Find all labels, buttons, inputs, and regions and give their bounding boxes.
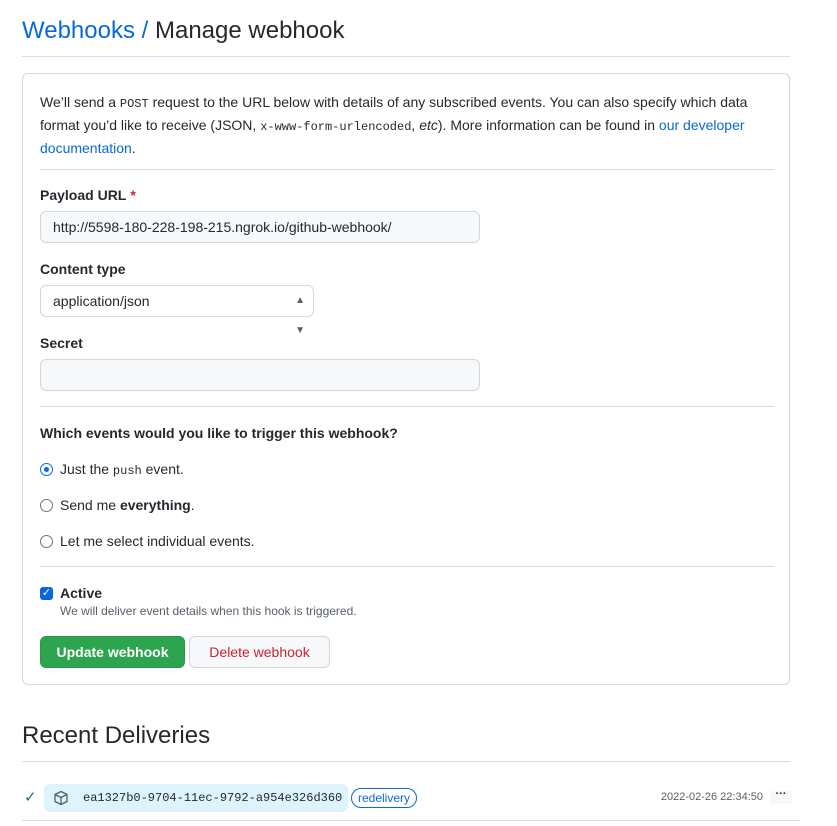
- event-option-text: .: [190, 497, 195, 513]
- redelivery-badge: redelivery: [351, 788, 418, 808]
- intro-text: We’ll send a POST request to the URL bel…: [40, 92, 780, 159]
- everything-bold-text: everything: [119, 497, 191, 513]
- payload-url-label-text: Payload URL: [40, 187, 127, 203]
- divider: [40, 406, 774, 407]
- package-icon: [54, 790, 68, 806]
- event-option-label: Let me select individual events.: [60, 533, 255, 549]
- intro-text-part: .: [131, 140, 136, 156]
- event-option-text: Send me: [60, 497, 120, 513]
- more-options-button[interactable]: ···: [770, 789, 792, 804]
- radio-checked-icon[interactable]: [40, 462, 53, 476]
- delivery-guid[interactable]: ea1327b0-9704-11ec-9792-a954e326d360: [83, 784, 342, 812]
- select-caret-icon: ▲ ▼: [295, 295, 305, 336]
- divider: [40, 566, 774, 567]
- webhook-form-card: We’ll send a POST request to the URL bel…: [22, 73, 790, 685]
- payload-url-input[interactable]: http://5598-180-228-198-215.ngrok.io/git…: [40, 211, 480, 243]
- check-icon: ✓: [24, 789, 37, 806]
- delete-webhook-button[interactable]: Delete webhook: [189, 636, 330, 668]
- delivery-row[interactable]: ✓ ea1327b0-9704-11ec-9792-a954e326d360 r…: [22, 783, 800, 821]
- post-code: POST: [119, 97, 149, 111]
- delivery-timestamp: 2022-02-26 22:34:50: [660, 791, 763, 803]
- event-option-text: Just the: [60, 460, 113, 477]
- required-mark: *: [130, 187, 136, 203]
- active-note: We will deliver event details when this …: [60, 604, 357, 618]
- event-option-everything[interactable]: Send me everything.: [40, 496, 195, 514]
- radio-unchecked-icon[interactable]: [40, 534, 53, 548]
- event-option-label: Just the push event.: [60, 461, 184, 478]
- page-title-text: Manage webhook: [154, 17, 345, 44]
- intro-text-part: ). More information can be found in: [437, 117, 659, 133]
- events-question: Which events would you like to trigger t…: [40, 425, 398, 441]
- update-webhook-button[interactable]: Update webhook: [40, 636, 185, 668]
- page-title: Webhooks / Manage webhook: [22, 14, 790, 57]
- manage-webhook-page: Webhooks / Manage webhook We’ll send a P…: [0, 0, 837, 826]
- breadcrumb-separator: /: [134, 17, 155, 44]
- format-code: x-www-form-urlencoded: [260, 120, 412, 134]
- payload-url-label: Payload URL *: [40, 187, 136, 203]
- secret-input[interactable]: [40, 359, 480, 391]
- breadcrumb-webhooks-link[interactable]: Webhooks: [22, 17, 135, 44]
- event-option-push[interactable]: Just the push event.: [40, 460, 184, 478]
- recent-deliveries-title: Recent Deliveries: [22, 718, 790, 762]
- etc-text: etc: [419, 117, 438, 133]
- event-option-text: event.: [141, 460, 184, 477]
- content-type-select[interactable]: application/json ▲ ▼: [40, 285, 314, 336]
- active-checkbox[interactable]: ✓: [40, 587, 53, 600]
- event-option-individual[interactable]: Let me select individual events.: [40, 532, 255, 550]
- divider: [40, 169, 774, 170]
- active-label: Active: [60, 585, 103, 601]
- secret-label: Secret: [40, 335, 83, 351]
- push-code: push: [112, 463, 142, 478]
- event-option-label: Send me everything.: [60, 497, 195, 513]
- content-type-label: Content type: [40, 261, 126, 277]
- delivery-guid-pill[interactable]: ea1327b0-9704-11ec-9792-a954e326d360: [44, 784, 348, 812]
- content-type-value: application/json: [53, 293, 150, 309]
- intro-text-part: We’ll send a: [40, 94, 120, 110]
- radio-unchecked-icon[interactable]: [40, 498, 53, 512]
